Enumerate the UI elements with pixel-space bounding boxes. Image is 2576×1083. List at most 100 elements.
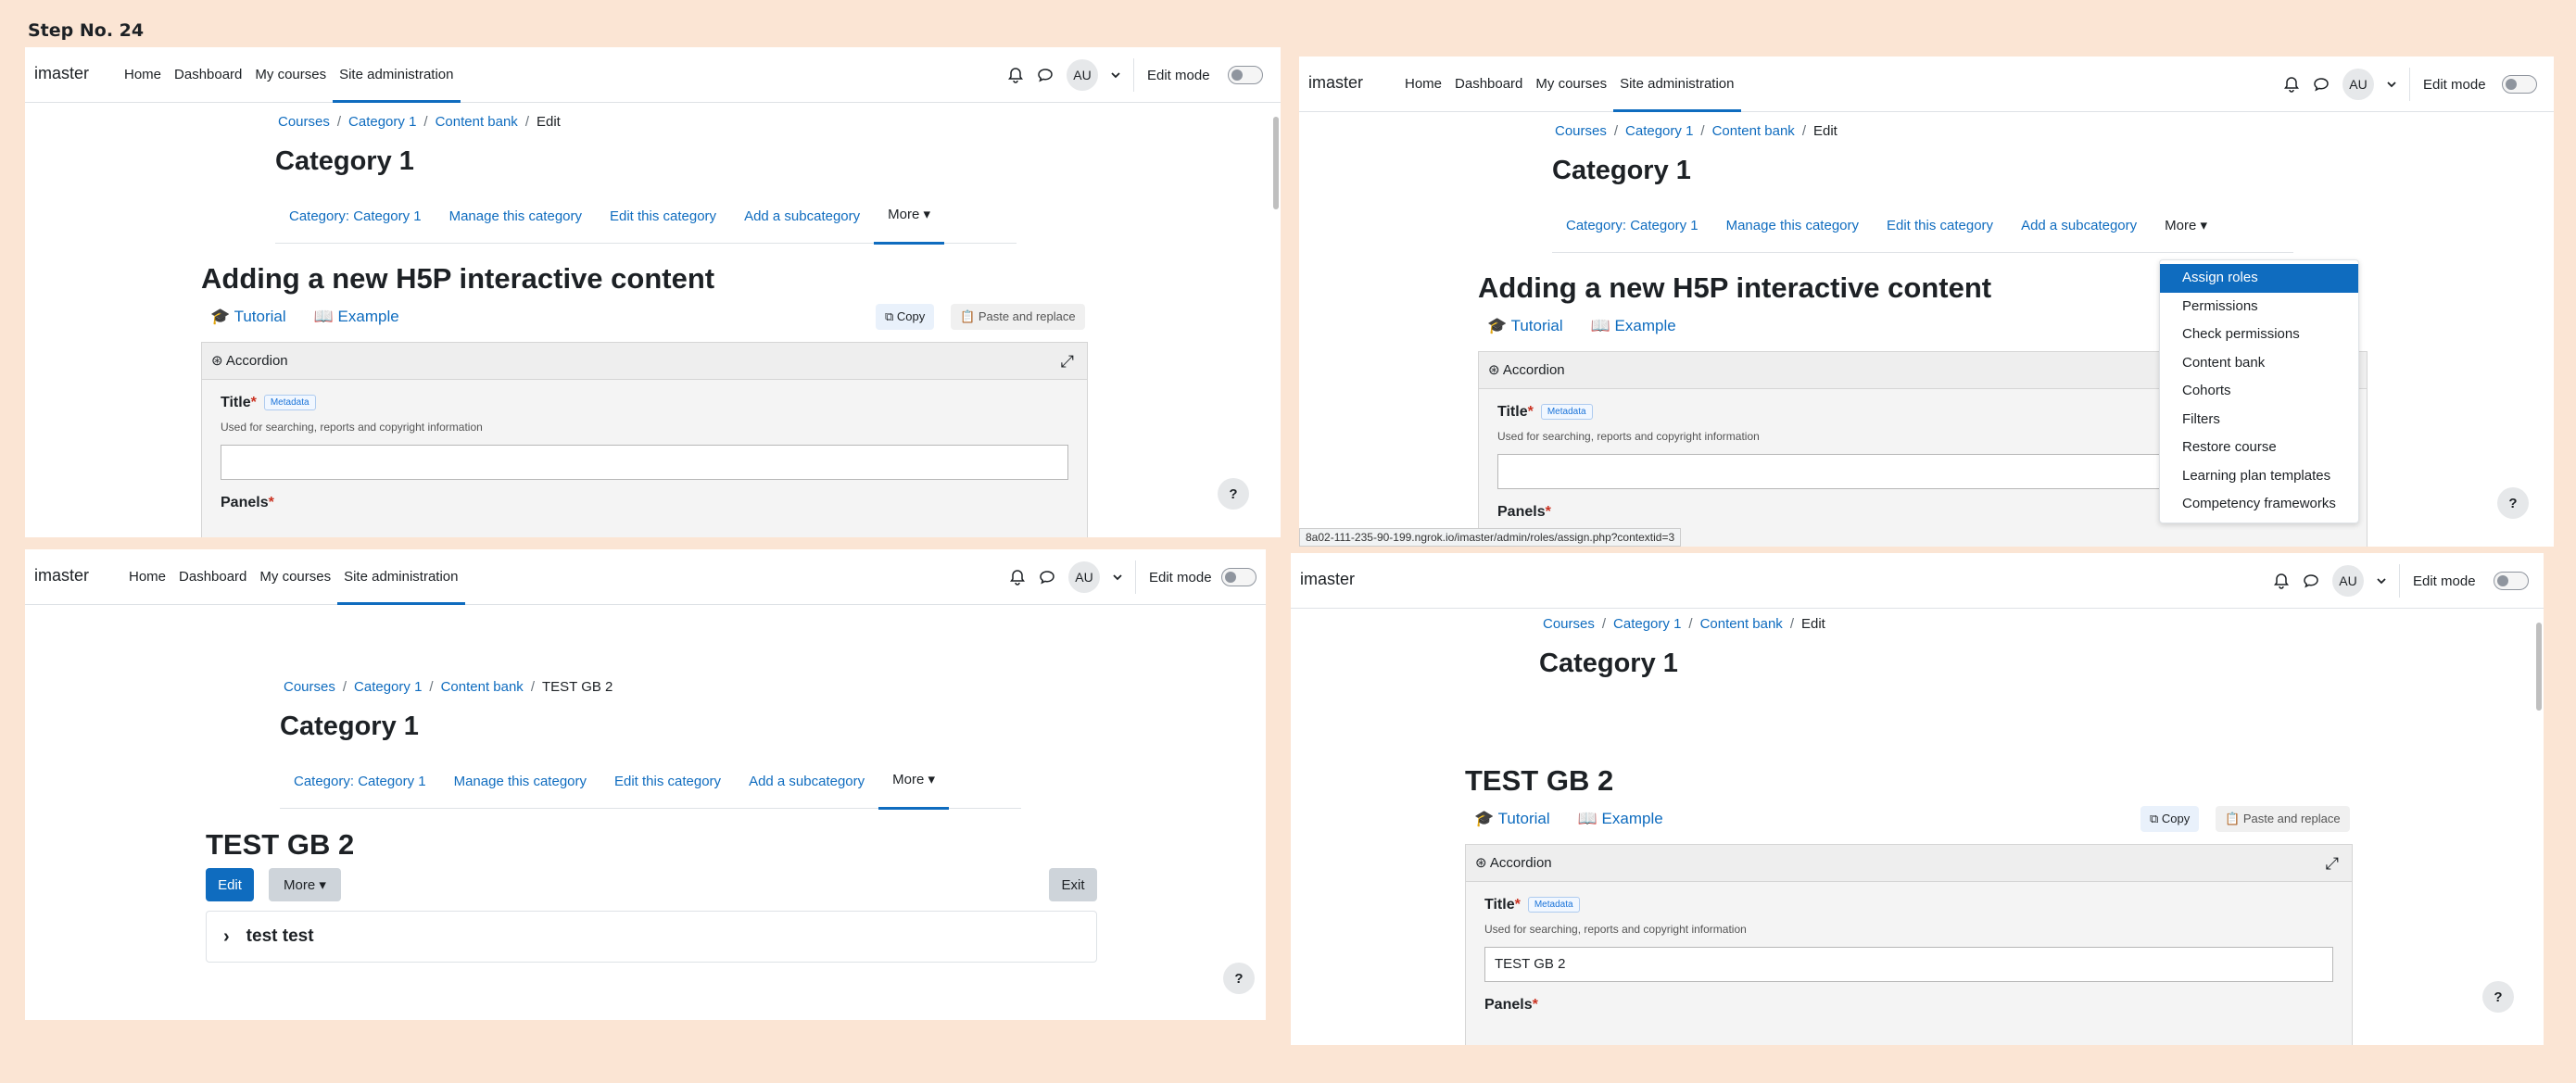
menu-item-assign-roles[interactable]: Assign roles [2160,264,2358,293]
tab-more[interactable]: More ▾ [874,188,945,245]
breadcrumb-courses[interactable]: Courses [1543,616,1595,632]
site-brand[interactable]: imaster [1308,73,1363,93]
bell-icon[interactable] [1009,569,1026,586]
help-button[interactable]: ? [1223,963,1255,994]
tab-manage-category[interactable]: Manage this category [440,755,600,809]
menu-item-cohorts[interactable]: Cohorts [2160,377,2358,406]
title-input[interactable] [221,445,1068,480]
tab-manage-category[interactable]: Manage this category [436,190,596,244]
edit-mode-toggle[interactable] [2494,572,2529,590]
example-link[interactable]: 📖 Example [1578,810,1663,828]
tab-edit-category[interactable]: Edit this category [596,190,730,244]
edit-mode-toggle[interactable] [2502,75,2537,94]
breadcrumb-courses[interactable]: Courses [278,114,330,130]
nav-dashboard[interactable]: Dashboard [172,549,253,605]
example-link[interactable]: 📖 Example [314,308,399,326]
tab-category[interactable]: Category: Category 1 [280,755,440,809]
tab-more[interactable]: More ▾ [2151,199,2221,253]
site-brand[interactable]: imaster [34,566,89,586]
metadata-button[interactable]: Metadata [1540,404,1593,421]
help-button[interactable]: ? [1218,478,1249,510]
scrollbar[interactable] [2536,623,2542,711]
metadata-button[interactable]: Metadata [263,395,316,411]
site-brand[interactable]: imaster [1300,570,1355,589]
help-button[interactable]: ? [2482,981,2514,1013]
expand-icon[interactable]: ⤢ [1061,343,1074,380]
nav-my-courses[interactable]: My courses [248,47,333,103]
site-brand[interactable]: imaster [34,64,89,83]
edit-mode-toggle[interactable] [1221,568,1256,586]
more-button[interactable]: More ▾ [269,868,341,901]
nav-home[interactable]: Home [1398,57,1448,112]
nav-site-administration[interactable]: Site administration [333,47,461,103]
breadcrumb-content-bank[interactable]: Content bank [441,679,524,695]
breadcrumb-courses[interactable]: Courses [1555,123,1607,139]
avatar[interactable]: AU [1068,561,1100,593]
chevron-down-icon[interactable] [2377,576,2386,586]
breadcrumb-content-bank[interactable]: Content bank [436,114,518,130]
avatar[interactable]: AU [1067,59,1098,91]
copy-button[interactable]: ⧉ Copy [876,304,935,330]
nav-my-courses[interactable]: My courses [253,549,337,605]
title-input[interactable]: TEST GB 2 [1484,947,2333,982]
tab-more[interactable]: More ▾ [878,753,950,810]
menu-item-filters[interactable]: Filters [2160,406,2358,434]
bell-icon[interactable] [2273,573,2290,589]
example-link[interactable]: 📖 Example [1591,317,1676,335]
chat-icon[interactable] [1039,569,1055,586]
nav-site-administration[interactable]: Site administration [1613,57,1741,112]
bell-icon[interactable] [2283,76,2300,93]
tab-category[interactable]: Category: Category 1 [1552,199,1712,253]
h5p-icon: ⊛ [211,353,226,369]
menu-item-learning-plan-templates[interactable]: Learning plan templates [2160,462,2358,491]
breadcrumb-courses[interactable]: Courses [284,679,335,695]
menu-item-permissions[interactable]: Permissions [2160,293,2358,321]
scrollbar[interactable] [1273,117,1279,209]
chevron-down-icon[interactable] [1111,70,1120,80]
breadcrumb-content-bank[interactable]: Content bank [1712,123,1795,139]
nav-home[interactable]: Home [122,549,172,605]
chevron-down-icon[interactable] [2387,80,2396,89]
copy-button[interactable]: ⧉ Copy [2140,806,2200,832]
chat-icon[interactable] [2303,573,2319,589]
nav-my-courses[interactable]: My courses [1529,57,1613,112]
nav-site-administration[interactable]: Site administration [337,549,465,605]
tab-manage-category[interactable]: Manage this category [1712,199,1873,253]
menu-item-content-bank[interactable]: Content bank [2160,349,2358,378]
nav-home[interactable]: Home [118,47,168,103]
breadcrumb-category[interactable]: Category 1 [354,679,422,695]
avatar[interactable]: AU [2342,69,2374,100]
tab-edit-category[interactable]: Edit this category [600,755,735,809]
breadcrumb-category[interactable]: Category 1 [348,114,416,130]
expand-icon[interactable]: ⤢ [2326,845,2339,882]
menu-item-restore-course[interactable]: Restore course [2160,434,2358,462]
help-button[interactable]: ? [2497,487,2529,519]
tutorial-link[interactable]: 🎓 Tutorial [210,308,286,326]
chat-icon[interactable] [1037,67,1054,83]
edit-mode-toggle[interactable] [1228,66,1263,84]
tutorial-link[interactable]: 🎓 Tutorial [1487,317,1563,335]
menu-item-competency-frameworks[interactable]: Competency frameworks [2160,490,2358,519]
tab-add-subcategory[interactable]: Add a subcategory [730,190,874,244]
tutorial-link[interactable]: 🎓 Tutorial [1474,810,1550,828]
paste-button[interactable]: 📋 Paste and replace [2216,806,2350,832]
tab-edit-category[interactable]: Edit this category [1873,199,2007,253]
avatar[interactable]: AU [2332,565,2364,597]
paste-button[interactable]: 📋 Paste and replace [951,304,1085,330]
nav-dashboard[interactable]: Dashboard [1448,57,1529,112]
nav-dashboard[interactable]: Dashboard [168,47,248,103]
breadcrumb-category[interactable]: Category 1 [1613,616,1681,632]
exit-button[interactable]: Exit [1049,868,1097,901]
bell-icon[interactable] [1007,67,1024,83]
edit-button[interactable]: Edit [206,868,254,901]
breadcrumb-category[interactable]: Category 1 [1625,123,1693,139]
metadata-button[interactable]: Metadata [1527,897,1580,913]
menu-item-check-permissions[interactable]: Check permissions [2160,321,2358,349]
tab-category[interactable]: Category: Category 1 [275,190,436,244]
chevron-down-icon[interactable] [1113,573,1122,582]
tab-add-subcategory[interactable]: Add a subcategory [735,755,878,809]
tab-add-subcategory[interactable]: Add a subcategory [2007,199,2151,253]
accordion-item[interactable]: › test test [206,911,1097,963]
chat-icon[interactable] [2313,76,2330,93]
breadcrumb-content-bank[interactable]: Content bank [1700,616,1783,632]
